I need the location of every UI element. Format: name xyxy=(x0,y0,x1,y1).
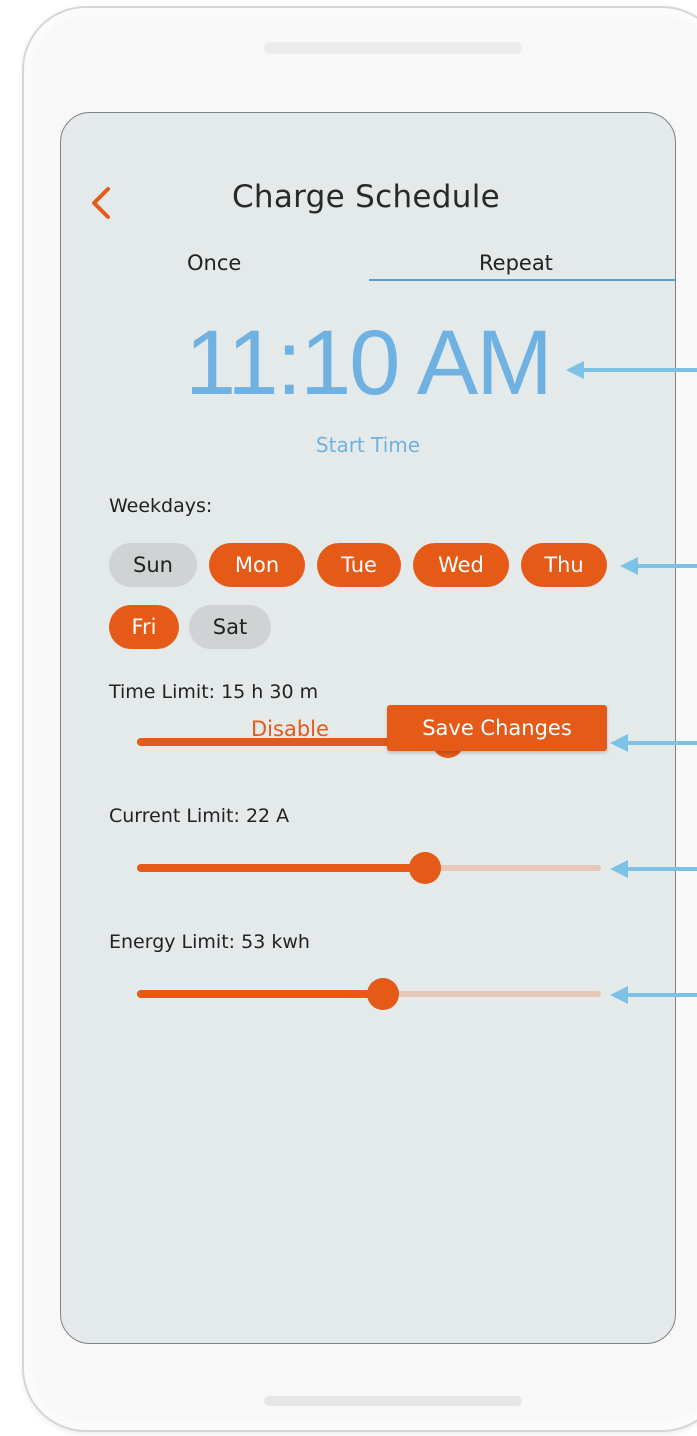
slider-fill xyxy=(137,990,383,998)
arrow-shaft xyxy=(580,368,697,372)
energy-limit-slider[interactable] xyxy=(137,978,601,1010)
day-chip-tue[interactable]: Tue xyxy=(317,543,401,587)
annotation-arrow-energy-limit xyxy=(610,986,697,1004)
day-chip-fri[interactable]: Fri xyxy=(109,605,179,649)
weekdays-label: Weekdays: xyxy=(109,495,213,517)
tab-once[interactable]: Once xyxy=(187,251,241,275)
annotation-arrow-weekdays xyxy=(620,557,697,575)
app-screen: Charge Schedule Once Repeat 11:10 AM Sta… xyxy=(60,112,676,1344)
disable-button[interactable]: Disable xyxy=(251,717,329,741)
arrow-shaft xyxy=(624,993,697,997)
back-button[interactable] xyxy=(81,181,121,225)
slider-thumb[interactable] xyxy=(366,978,399,1010)
day-chip-wed[interactable]: Wed xyxy=(413,543,509,587)
annotation-arrow-current-limit xyxy=(610,860,697,878)
active-tab-indicator xyxy=(369,279,675,281)
current-limit-label: Current Limit: 22 A xyxy=(109,805,290,827)
start-time-label: Start Time xyxy=(315,433,421,457)
arrow-shaft xyxy=(634,564,697,568)
stage: Charge Schedule Once Repeat 11:10 AM Sta… xyxy=(0,0,697,1436)
slider-thumb[interactable] xyxy=(408,852,441,884)
slider-fill xyxy=(137,864,425,872)
phone-speaker xyxy=(264,42,522,54)
energy-limit-label: Energy Limit: 53 kwh xyxy=(109,931,310,953)
chevron-left-icon xyxy=(92,187,110,219)
annotation-arrow-start-time xyxy=(566,361,697,379)
save-changes-button[interactable]: Save Changes xyxy=(387,705,607,751)
page-title: Charge Schedule xyxy=(231,179,501,215)
annotation-arrow-time-limit xyxy=(610,734,697,752)
time-limit-label: Time Limit: 15 h 30 m xyxy=(109,681,319,703)
current-limit-slider[interactable] xyxy=(137,852,601,884)
tab-repeat[interactable]: Repeat xyxy=(479,251,553,275)
day-chip-sun[interactable]: Sun xyxy=(109,543,197,587)
day-chip-mon[interactable]: Mon xyxy=(209,543,305,587)
arrow-shaft xyxy=(624,867,697,871)
phone-home-bar xyxy=(264,1396,522,1406)
day-chip-thu[interactable]: Thu xyxy=(521,543,607,587)
day-chip-sat[interactable]: Sat xyxy=(189,605,271,649)
arrow-shaft xyxy=(624,741,697,745)
